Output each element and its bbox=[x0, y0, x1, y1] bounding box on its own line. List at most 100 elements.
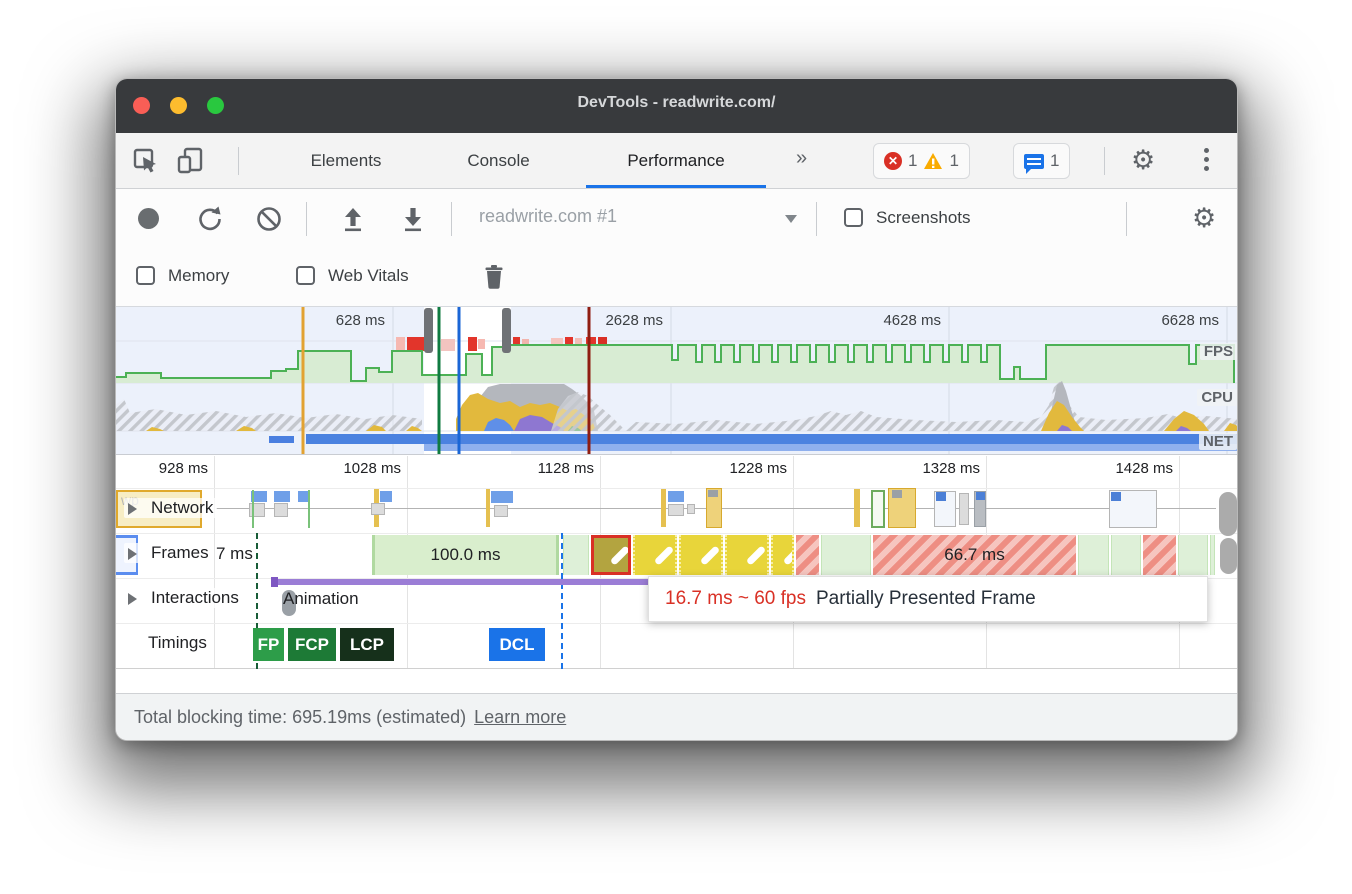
network-request[interactable] bbox=[668, 491, 684, 502]
learn-more-link[interactable]: Learn more bbox=[474, 707, 566, 728]
frame-idle[interactable] bbox=[1178, 535, 1208, 575]
frame-dropped[interactable] bbox=[796, 535, 819, 575]
tab-console[interactable]: Console bbox=[431, 133, 566, 188]
track-interactions[interactable]: Interactions bbox=[124, 588, 243, 608]
frame-partially-presented[interactable] bbox=[633, 535, 677, 575]
overview-tick: 2628 ms bbox=[561, 312, 663, 329]
network-request[interactable] bbox=[486, 489, 490, 527]
interactions-track-label: Interactions bbox=[151, 588, 239, 608]
more-tabs-button[interactable]: » bbox=[796, 147, 807, 170]
selected-frame[interactable] bbox=[591, 535, 631, 575]
frame-long[interactable]: 100.0 ms bbox=[372, 535, 559, 575]
error-count: 1 bbox=[908, 151, 917, 171]
network-request bbox=[1111, 492, 1121, 501]
scrollbar-thumb[interactable] bbox=[1219, 492, 1237, 536]
track-frames[interactable]: Frames bbox=[124, 543, 213, 563]
network-request[interactable] bbox=[380, 491, 392, 502]
ruler-tick: 1228 ms bbox=[699, 460, 787, 477]
selection-handle-left[interactable] bbox=[424, 308, 433, 353]
ruler-tick: 1028 ms bbox=[313, 460, 401, 477]
track-network[interactable]: Network bbox=[124, 498, 217, 518]
load-profile-icon[interactable] bbox=[339, 205, 367, 233]
record-button[interactable] bbox=[138, 208, 159, 229]
ruler-tick: 928 ms bbox=[120, 460, 208, 477]
frame-dropped-long[interactable]: 66.7 ms bbox=[873, 535, 1076, 575]
ruler-tick: 1328 ms bbox=[892, 460, 980, 477]
frame-partially-presented[interactable] bbox=[679, 535, 723, 575]
disclosure-triangle-icon[interactable] bbox=[128, 593, 143, 605]
inspect-element-icon[interactable] bbox=[132, 147, 160, 175]
network-request[interactable] bbox=[668, 504, 684, 516]
frame-idle[interactable] bbox=[821, 535, 871, 575]
timeline-detail[interactable]: 928 ms 1028 ms 1128 ms 1228 ms 1328 ms 1… bbox=[116, 456, 1238, 669]
network-request[interactable] bbox=[661, 489, 666, 527]
timing-badge-fcp[interactable]: FCP bbox=[288, 628, 338, 661]
network-request bbox=[308, 490, 310, 528]
trash-icon[interactable] bbox=[480, 263, 508, 291]
net-lane-label: NET bbox=[1199, 433, 1237, 450]
message-icon bbox=[1024, 154, 1044, 169]
devtools-window: DevTools - readwrite.com/ Elements Conso… bbox=[115, 78, 1238, 741]
web-vitals-checkbox[interactable] bbox=[296, 266, 315, 285]
selection-handle-right[interactable] bbox=[502, 308, 511, 353]
timeline-overview[interactable]: 628 ms 2628 ms 4628 ms 6628 ms FPS CPU N… bbox=[116, 306, 1238, 455]
capture-settings-gear-icon[interactable]: ⚙ bbox=[1192, 204, 1216, 232]
network-request[interactable] bbox=[854, 489, 860, 527]
timing-badge-fp[interactable]: FP bbox=[253, 628, 286, 661]
timing-badge-lcp[interactable]: LCP bbox=[340, 628, 396, 661]
network-request[interactable] bbox=[687, 504, 695, 514]
issues-badge-group[interactable]: ✕ 1 1 bbox=[873, 143, 970, 179]
tab-elements[interactable]: Elements bbox=[276, 133, 416, 188]
profile-select[interactable]: readwrite.com #1 bbox=[479, 206, 617, 227]
network-request[interactable] bbox=[274, 491, 290, 502]
net-chart bbox=[269, 434, 1238, 451]
settings-gear-icon[interactable]: ⚙ bbox=[1131, 146, 1155, 174]
network-request[interactable] bbox=[871, 490, 885, 528]
window-title: DevTools - readwrite.com/ bbox=[116, 94, 1237, 112]
overview-tick: 6628 ms bbox=[1117, 312, 1219, 329]
ruler-tick: 1428 ms bbox=[1085, 460, 1173, 477]
error-icon: ✕ bbox=[884, 152, 902, 170]
frame-idle[interactable] bbox=[1078, 535, 1109, 575]
network-request bbox=[708, 490, 718, 497]
status-bar: Total blocking time: 695.19ms (estimated… bbox=[116, 693, 1237, 740]
disclosure-triangle-icon[interactable] bbox=[128, 503, 143, 515]
save-profile-icon[interactable] bbox=[399, 205, 427, 233]
disclosure-triangle-icon[interactable] bbox=[128, 548, 143, 560]
reload-record-icon[interactable] bbox=[196, 205, 224, 233]
frame-dropped[interactable] bbox=[1143, 535, 1176, 575]
frame-partially-presented[interactable] bbox=[771, 535, 794, 575]
frame-idle[interactable] bbox=[1111, 535, 1141, 575]
network-track-label: Network bbox=[151, 498, 213, 518]
scrollbar-thumb[interactable] bbox=[1220, 538, 1237, 574]
network-request[interactable] bbox=[491, 491, 513, 503]
memory-checkbox[interactable] bbox=[136, 266, 155, 285]
animation-bar-start-cap bbox=[271, 577, 278, 587]
network-request bbox=[892, 490, 902, 498]
kebab-menu-icon[interactable] bbox=[1204, 148, 1209, 171]
messages-badge-group[interactable]: 1 bbox=[1013, 143, 1070, 179]
frame-idle[interactable] bbox=[1210, 535, 1215, 575]
overview-tick: 628 ms bbox=[283, 312, 385, 329]
tab-performance[interactable]: Performance bbox=[586, 133, 766, 188]
screenshots-checkbox[interactable] bbox=[844, 208, 863, 227]
frame-idle[interactable] bbox=[563, 535, 589, 575]
network-request[interactable] bbox=[274, 503, 288, 517]
chevron-down-icon[interactable] bbox=[785, 215, 797, 229]
screenshots-label: Screenshots bbox=[876, 208, 971, 228]
total-blocking-time-text: Total blocking time: 695.19ms (estimated… bbox=[134, 707, 466, 728]
frame-partially-presented[interactable] bbox=[725, 535, 769, 575]
web-vitals-label: Web Vitals bbox=[328, 266, 409, 286]
network-request[interactable] bbox=[371, 503, 385, 515]
network-request[interactable] bbox=[298, 491, 308, 502]
clear-icon[interactable] bbox=[255, 205, 283, 233]
page: DevTools - readwrite.com/ Elements Conso… bbox=[0, 0, 1352, 894]
overview-chart bbox=[116, 307, 1238, 454]
device-toolbar-icon[interactable] bbox=[176, 147, 204, 175]
timing-badge-dcl[interactable]: DCL bbox=[489, 628, 547, 661]
dcl-marker-line bbox=[561, 533, 563, 669]
divider bbox=[1126, 202, 1127, 236]
network-request[interactable] bbox=[959, 493, 969, 525]
network-request[interactable] bbox=[494, 505, 508, 517]
window-titlebar[interactable]: DevTools - readwrite.com/ bbox=[116, 79, 1237, 133]
